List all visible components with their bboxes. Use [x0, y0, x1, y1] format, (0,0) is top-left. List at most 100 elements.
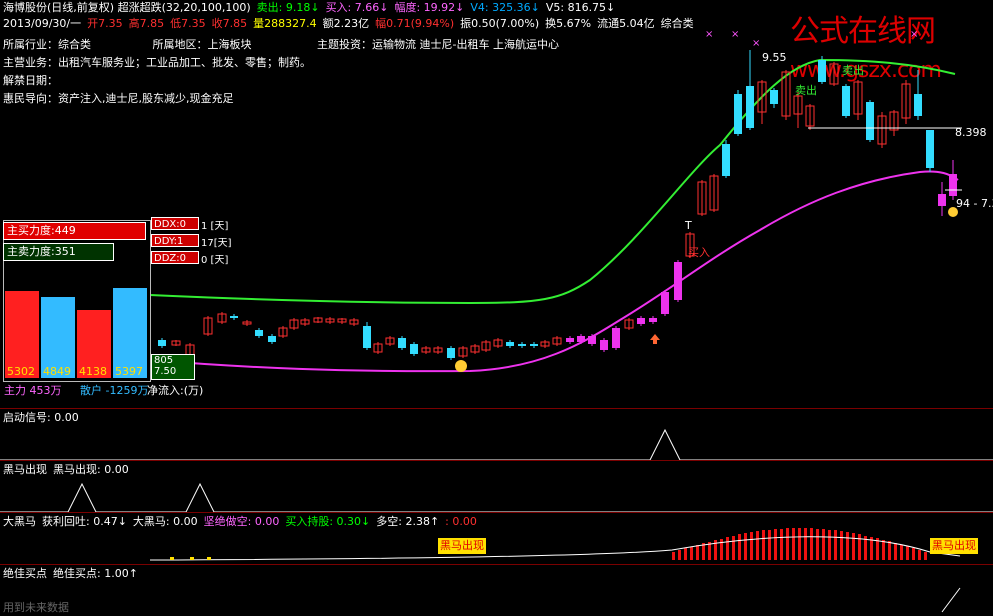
best-buy-line	[941, 587, 961, 613]
indicator-item-6: : 0.00	[445, 515, 477, 528]
retail-text: 散户 -1259万	[80, 384, 149, 397]
yellow-tick-1	[190, 557, 194, 560]
long-short-bar-21	[798, 528, 801, 560]
candle-body-29	[518, 344, 526, 346]
long-short-bar-3	[690, 547, 693, 560]
panel-divider-4	[0, 564, 993, 565]
x-marker-0: ×	[705, 29, 713, 40]
ddz-box: DDZ:0	[151, 251, 199, 264]
sell-signal-label: 卖出	[842, 64, 864, 77]
start-signal-line	[0, 428, 993, 461]
long-short-bar-13	[750, 532, 753, 560]
candle-body-36	[600, 340, 608, 350]
force-bar-2: 4138	[77, 310, 111, 378]
yellow-tick-2	[207, 557, 211, 560]
long-short-bar-36	[888, 541, 891, 560]
indicator-item-3: 坚绝做空: 0.00	[203, 515, 280, 528]
net-inflow-text: 净流入:(万)	[147, 384, 204, 397]
long-short-bar-25	[822, 529, 825, 560]
sell-force-box: 主卖力度:351	[3, 243, 114, 261]
candle-body-50	[770, 90, 778, 104]
dark-horse-line	[0, 482, 993, 513]
panel-best-buy: 绝佳买点 绝佳买点: 1.00↑	[3, 567, 138, 580]
dark-horse-banner-1: 黑马出现	[438, 538, 486, 554]
long-short-bar-19	[786, 528, 789, 560]
long-short-bar-40	[912, 548, 915, 560]
panel-big-dark-horse: 大黑马 获利回吐: 0.47↓ 大黑马: 0.00 坚绝做空: 0.00 买入持股: 0…	[3, 514, 483, 530]
force-bar-1: 4849	[41, 297, 75, 378]
long-short-bar-4	[696, 545, 699, 560]
t-marker: T	[685, 219, 692, 232]
long-short-bar-16	[768, 530, 771, 560]
candle-body-56	[842, 86, 850, 116]
candle-body-34	[577, 336, 585, 342]
right-price-label: 94 - 7.3	[956, 197, 993, 210]
long-short-bar-22	[804, 528, 807, 560]
left-price-box: 805 7.50	[151, 354, 195, 380]
ddy-box: DDY:1	[151, 234, 199, 247]
indicator-item-2: 大黑马: 0.00	[132, 515, 198, 528]
candle-body-64	[938, 194, 946, 206]
x-marker-1: ×	[731, 29, 739, 40]
sell-signal-label-2: 卖出	[795, 84, 817, 97]
yellow-tick-0	[170, 557, 174, 560]
candle-body-20	[410, 344, 418, 354]
candle-body-28	[506, 342, 514, 346]
x-marker-3: ×	[910, 29, 918, 40]
up-arrow-icon	[650, 334, 660, 344]
long-short-bar-38	[900, 545, 903, 560]
dark-horse-banner-2: 黑马出现	[930, 538, 978, 554]
ddx-box: DDX:0	[151, 217, 199, 230]
candle-body-19	[398, 338, 406, 348]
high-price-label: 9.55	[762, 51, 787, 64]
candle-body-30	[530, 344, 538, 346]
buy-signal-label: 买入	[688, 246, 710, 259]
indicator-item-4: 买入持股: 0.30↓	[285, 515, 371, 528]
candle-body-40	[649, 318, 657, 322]
long-short-bar-2	[684, 548, 687, 560]
candle-body-37	[612, 328, 620, 348]
candle-body-48	[746, 86, 754, 128]
long-short-bar-1	[678, 550, 681, 560]
long-short-bar-39	[906, 546, 909, 560]
long-short-bar-18	[780, 529, 783, 560]
ma-green-line	[149, 58, 956, 305]
candle-body-16	[363, 326, 371, 348]
candle-body-33	[566, 338, 574, 342]
long-short-bar-20	[792, 528, 795, 560]
candle-body-35	[588, 336, 596, 344]
long-short-line	[149, 536, 961, 561]
force-bar-0: 5302	[5, 291, 39, 378]
panel-divider-3	[0, 512, 993, 513]
future-data-note: 用到未来数据	[3, 601, 69, 614]
long-short-bar-15	[762, 530, 765, 560]
candle-body-65	[949, 174, 957, 196]
panel-start-signal: 启动信号: 0.00	[3, 411, 79, 424]
candle-body-46	[722, 144, 730, 176]
candle-body-23	[447, 348, 455, 358]
candle-body-41	[661, 292, 669, 314]
long-short-bar-17	[774, 529, 777, 560]
candle-body-58	[866, 102, 874, 140]
long-short-bar-37	[894, 543, 897, 560]
long-short-bar-9	[726, 537, 729, 560]
x-marker-2: ×	[752, 38, 760, 49]
long-short-bar-28	[840, 531, 843, 560]
long-short-bar-11	[738, 534, 741, 560]
level-price-label: 8.398	[955, 126, 987, 139]
long-short-bar-42	[924, 552, 927, 560]
panel-dark-horse: 黑马出现 黑马出现: 0.00	[3, 463, 129, 476]
candle-body-5	[230, 316, 238, 318]
long-short-bar-12	[744, 533, 747, 560]
ddx-value: 1 [天]	[201, 221, 229, 232]
long-short-bar-26	[828, 530, 831, 560]
long-short-bar-29	[846, 532, 849, 560]
long-short-bar-31	[858, 534, 861, 560]
long-short-bar-27	[834, 530, 837, 560]
long-short-bar-14	[756, 531, 759, 560]
candle-body-0	[158, 340, 166, 346]
long-short-bar-23	[810, 528, 813, 560]
long-short-bar-24	[816, 529, 819, 560]
long-short-bar-10	[732, 536, 735, 560]
long-short-bar-6	[708, 542, 711, 560]
